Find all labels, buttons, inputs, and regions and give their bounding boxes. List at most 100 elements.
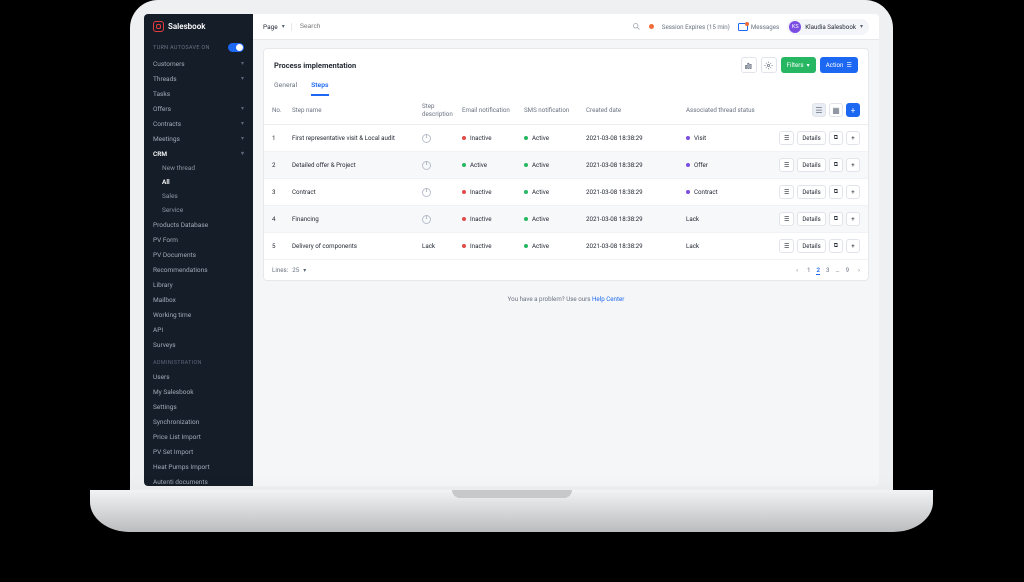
row-add-button[interactable]: + <box>846 158 860 172</box>
sidebar-item-offers[interactable]: Offers▾ <box>144 101 253 116</box>
col-email: Email notification <box>462 106 524 114</box>
row-copy-button[interactable]: ⧉ <box>829 185 843 199</box>
row-details-button[interactable]: Details <box>797 158 825 172</box>
info-icon[interactable] <box>422 215 431 224</box>
sidebar-item-pv-set-import[interactable]: PV Set Import <box>144 444 253 459</box>
sidebar-item-contracts[interactable]: Contracts▾ <box>144 116 253 131</box>
status-dot-icon <box>462 163 466 167</box>
row-menu-button[interactable]: ☰ <box>779 212 794 226</box>
sidebar-sub-service[interactable]: Service <box>144 203 253 217</box>
sidebar: Salesbook Turn Autosave on Customers▾Thr… <box>144 14 253 486</box>
row-copy-button[interactable]: ⧉ <box>829 212 843 226</box>
view-grid-button[interactable]: ▦ <box>829 103 843 117</box>
notification-dot-icon <box>745 22 749 26</box>
brand-name: Salesbook <box>168 22 205 31</box>
chart-icon-button[interactable] <box>741 57 757 73</box>
row-add-button[interactable]: + <box>846 212 860 226</box>
sidebar-sub-sales[interactable]: Sales <box>144 189 253 203</box>
page-selector[interactable]: Page ▾ <box>263 23 292 31</box>
sidebar-item-settings[interactable]: Settings <box>144 399 253 414</box>
page-title: Process implementation <box>274 61 356 70</box>
status-dot-icon <box>524 190 528 194</box>
sidebar-item-meetings[interactable]: Meetings▾ <box>144 131 253 146</box>
view-list-button[interactable]: ☰ <box>812 103 826 117</box>
page-9[interactable]: 9 <box>846 266 849 274</box>
menu-icon: ☰ <box>846 61 852 69</box>
sidebar-item-pv-documents[interactable]: PV Documents <box>144 247 253 262</box>
autosave-toggle-row: Turn Autosave on <box>144 39 253 56</box>
info-icon[interactable] <box>422 134 431 143</box>
table-footer: Lines: 25 ▾ ‹ 123…9 › <box>264 260 868 280</box>
sidebar-item-my-salesbook[interactable]: My Salesbook <box>144 384 253 399</box>
row-add-button[interactable]: + <box>846 239 860 253</box>
row-add-button[interactable]: + <box>846 185 860 199</box>
status-dot-icon <box>686 163 690 167</box>
row-details-button[interactable]: Details <box>797 185 825 199</box>
page-next[interactable]: › <box>858 266 860 274</box>
table-row: 5Delivery of componentsLackInactiveActiv… <box>264 233 868 260</box>
page-3[interactable]: 3 <box>826 266 829 274</box>
sidebar-item-library[interactable]: Library <box>144 277 253 292</box>
sidebar-item-threads[interactable]: Threads▾ <box>144 71 253 86</box>
messages-link[interactable]: Messages <box>738 23 779 31</box>
sidebar-item-users[interactable]: Users <box>144 369 253 384</box>
action-button[interactable]: Action☰ <box>820 57 858 73</box>
main-area: Page ▾ Session Expires (15 min) Messages… <box>253 14 879 486</box>
search-icon[interactable] <box>632 22 641 31</box>
filters-button[interactable]: Filters▾ <box>781 57 816 73</box>
status-dot-icon <box>686 136 690 140</box>
laptop-frame: Salesbook Turn Autosave on Customers▾Thr… <box>130 0 893 500</box>
laptop-base <box>90 490 933 532</box>
session-expire-text: Session Expires (15 min) <box>662 23 730 31</box>
sidebar-item-tasks[interactable]: Tasks <box>144 86 253 101</box>
sidebar-item-api[interactable]: API <box>144 322 253 337</box>
page-header: Process implementation Filters▾ Action☰ … <box>263 48 869 96</box>
autosave-toggle[interactable] <box>228 43 244 52</box>
sidebar-item-surveys[interactable]: Surveys <box>144 337 253 352</box>
col-date: Created date <box>586 106 686 114</box>
sidebar-item-products-database[interactable]: Products Database <box>144 217 253 232</box>
row-menu-button[interactable]: ☰ <box>779 239 794 253</box>
help-center-link[interactable]: Help Center <box>592 295 624 303</box>
row-menu-button[interactable]: ☰ <box>779 131 794 145</box>
sidebar-item-crm[interactable]: CRM▾ <box>144 146 253 161</box>
row-menu-button[interactable]: ☰ <box>779 158 794 172</box>
add-step-button[interactable]: + <box>846 103 860 117</box>
row-menu-button[interactable]: ☰ <box>779 185 794 199</box>
brand: Salesbook <box>144 14 253 39</box>
sidebar-item-price-list-import[interactable]: Price List Import <box>144 429 253 444</box>
sidebar-item-heat-pumps-import[interactable]: Heat Pumps Import <box>144 459 253 474</box>
page-2[interactable]: 2 <box>816 266 820 275</box>
search-input[interactable] <box>300 23 626 30</box>
tab-general[interactable]: General <box>274 81 297 96</box>
table-header-row: No. Step name Step description Email not… <box>264 96 868 125</box>
user-menu[interactable]: KS Klaudia Salesbook ▾ <box>787 19 869 35</box>
col-step-desc: Step description <box>422 102 462 118</box>
sidebar-item-working-time[interactable]: Working time <box>144 307 253 322</box>
row-copy-button[interactable]: ⧉ <box>829 131 843 145</box>
page-1[interactable]: 1 <box>807 266 810 274</box>
col-status: Associated thread status <box>686 106 778 114</box>
row-add-button[interactable]: + <box>846 131 860 145</box>
row-details-button[interactable]: Details <box>797 131 825 145</box>
sidebar-sub-new-thread[interactable]: New thread <box>144 161 253 175</box>
chevron-down-icon: ▾ <box>241 105 244 112</box>
sidebar-item-recommendations[interactable]: Recommendations <box>144 262 253 277</box>
row-copy-button[interactable]: ⧉ <box>829 239 843 253</box>
tab-steps[interactable]: Steps <box>311 81 328 96</box>
sidebar-sub-all[interactable]: All <box>144 175 253 189</box>
row-copy-button[interactable]: ⧉ <box>829 158 843 172</box>
row-details-button[interactable]: Details <box>797 239 825 253</box>
info-icon[interactable] <box>422 188 431 197</box>
sidebar-item-mailbox[interactable]: Mailbox <box>144 292 253 307</box>
gear-icon-button[interactable] <box>761 57 777 73</box>
page-prev[interactable]: ‹ <box>796 266 798 274</box>
row-details-button[interactable]: Details <box>797 212 825 226</box>
sidebar-item-customers[interactable]: Customers▾ <box>144 56 253 71</box>
info-icon[interactable] <box>422 161 431 170</box>
sidebar-item-synchronization[interactable]: Synchronization <box>144 414 253 429</box>
status-dot-icon <box>462 136 466 140</box>
lines-per-page[interactable]: Lines: 25 ▾ <box>272 266 306 274</box>
sidebar-item-pv-form[interactable]: PV Form <box>144 232 253 247</box>
sidebar-item-autenti-documents[interactable]: Autenti documents <box>144 474 253 486</box>
